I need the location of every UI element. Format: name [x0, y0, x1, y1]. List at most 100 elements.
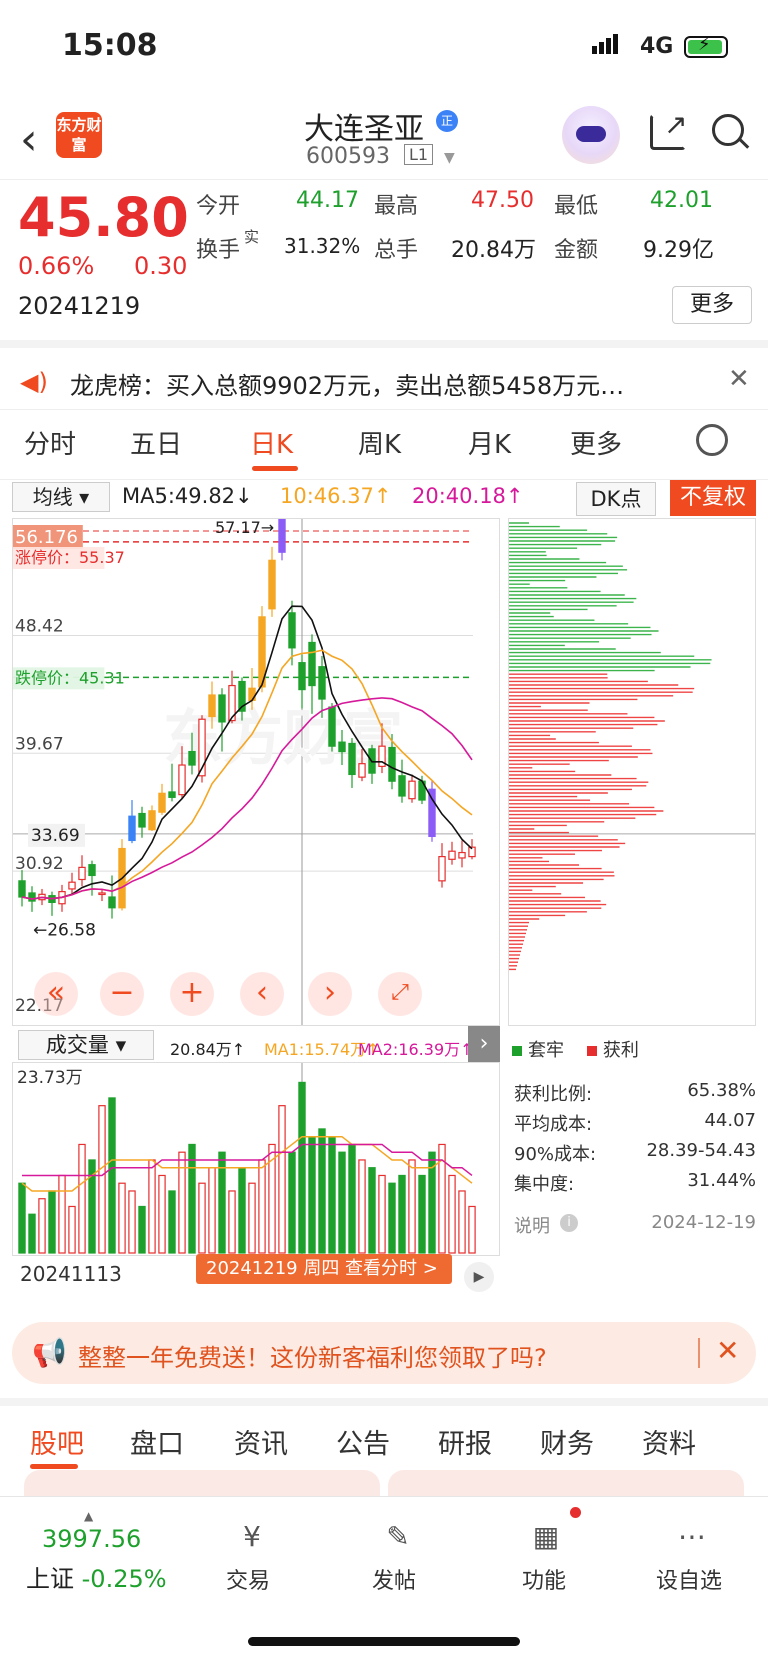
y-top-label: 56.176: [15, 527, 78, 548]
tab-finance[interactable]: 财务: [540, 1422, 594, 1461]
nav-trade[interactable]: 交易: [226, 1563, 270, 1595]
tab-daily-k[interactable]: 日K: [250, 424, 293, 461]
adjust-button[interactable]: 不复权: [670, 480, 756, 516]
candle-body: [88, 864, 96, 877]
content-tabs: 股吧 盘口 资讯 公告 研报 财务 资料: [0, 1398, 768, 1469]
y-label: 39.67: [15, 734, 64, 754]
scroll-right-icon[interactable]: ›: [308, 972, 352, 1016]
tab-intraday[interactable]: 分时: [24, 424, 76, 461]
volume-label: 总手: [374, 238, 419, 263]
candle-body: [18, 880, 26, 898]
rewind-icon[interactable]: «: [34, 972, 78, 1016]
status-bar: 15:08 4G ⚡: [0, 0, 768, 100]
expand-arrow-icon[interactable]: ›: [468, 1026, 500, 1062]
candle-body: [278, 519, 286, 553]
y-label: 48.42: [15, 616, 64, 636]
scroll-left-icon[interactable]: ‹: [240, 972, 284, 1016]
candle-body: [388, 746, 396, 782]
tab-five-day[interactable]: 五日: [130, 424, 182, 461]
volume-select[interactable]: 成交量 ▾: [18, 1030, 154, 1060]
promo-banner[interactable]: 📢 整整一年免费送！这份新客福利您领取了吗? ✕: [12, 1322, 756, 1384]
post-icon[interactable]: ✎: [378, 1517, 418, 1557]
tab-research[interactable]: 研报: [438, 1422, 492, 1461]
stat-label: 获利比例:: [514, 1084, 593, 1105]
tab-guba[interactable]: 股吧: [30, 1422, 84, 1461]
volume-bar: [108, 1097, 116, 1254]
stock-name[interactable]: 大连圣亚: [304, 104, 424, 148]
candle-body: [458, 851, 466, 859]
index-name: 上证: [26, 1565, 74, 1593]
notice-text[interactable]: 龙虎榜：买入总额9902万元，卖出总额5458万元…: [70, 366, 624, 401]
volume-max-label: 23.73万: [17, 1068, 83, 1088]
close-icon[interactable]: ✕: [716, 1334, 739, 1367]
chevron-up-icon[interactable]: ▲: [84, 1509, 93, 1523]
index-quote[interactable]: 上证 -0.25%: [26, 1559, 167, 1594]
candle-body: [78, 866, 86, 881]
nav-add-watchlist[interactable]: 设自选: [656, 1563, 722, 1595]
indicator-select[interactable]: 均线 ▾: [12, 482, 110, 512]
more-dots-icon[interactable]: ⋯: [672, 1517, 712, 1557]
assistant-robot-icon[interactable]: [562, 106, 620, 164]
volume-bar: [38, 1198, 46, 1254]
candle-body: [158, 792, 166, 813]
volume-bar: [208, 1167, 216, 1254]
index-value[interactable]: 3997.56: [42, 1525, 141, 1553]
volume-chart[interactable]: 23.73万: [12, 1062, 500, 1256]
tab-more[interactable]: 更多: [570, 424, 622, 461]
notice-bar[interactable]: ◀) 龙虎榜：买入总额9902万元，卖出总额5458万元… ✕: [0, 340, 768, 410]
stock-header: ‹ 东方财富 大连圣亚 正 600593 L1 ▼ ↗: [0, 100, 768, 180]
tab-announcements[interactable]: 公告: [336, 1422, 390, 1461]
volume-bar: [308, 1136, 316, 1254]
nav-function[interactable]: 功能: [522, 1563, 566, 1595]
tab-monthly-k[interactable]: 月K: [468, 424, 511, 461]
volume-bar: [348, 1143, 356, 1254]
kline-chart[interactable]: 东方财富 56.176 涨停价：55.37 57.17→ 48.42 跌停价：45.31 3…: [12, 518, 500, 1026]
chip-distribution-chart: [508, 518, 756, 1026]
low-label: ←26.58: [33, 921, 96, 941]
nav-post[interactable]: 发帖: [372, 1563, 416, 1595]
volume-bar: [378, 1174, 386, 1254]
volume-bar: [448, 1174, 456, 1254]
volume-bar: [68, 1205, 76, 1254]
dk-points-button[interactable]: DK点: [576, 482, 656, 516]
candle-body: [178, 764, 186, 796]
chevron-down-icon[interactable]: ▼: [444, 150, 455, 166]
high-value: 47.50: [471, 188, 534, 213]
back-icon[interactable]: ‹: [20, 114, 38, 165]
tab-profile[interactable]: 资料: [642, 1422, 696, 1461]
info-icon[interactable]: i: [560, 1214, 578, 1232]
zoom-out-icon[interactable]: −: [100, 972, 144, 1016]
tab-pankou[interactable]: 盘口: [130, 1422, 184, 1461]
active-tab-indicator: [30, 1464, 78, 1469]
speaker-icon: ◀): [20, 368, 48, 396]
tab-news[interactable]: 资讯: [234, 1422, 288, 1461]
explain-link[interactable]: 说明: [514, 1212, 550, 1238]
zoom-in-icon[interactable]: +: [170, 972, 214, 1016]
view-intraday-banner[interactable]: 20241219 周四 查看分时 >: [196, 1254, 452, 1284]
play-icon[interactable]: ▶: [464, 1262, 494, 1292]
current-price: 45.80: [18, 186, 189, 249]
volume-bar: [298, 1081, 306, 1254]
open-label: 今开: [196, 194, 241, 219]
gear-icon[interactable]: [696, 424, 728, 456]
chart-toolbar: 均线 ▾ MA5:49.82↓ 10:46.37↑ 20:40.18↑ DK点 …: [0, 480, 768, 516]
stat-value: 31.44%: [687, 1170, 756, 1191]
peak-label: 57.17→: [215, 519, 274, 537]
volume-bar: [388, 1182, 396, 1254]
tab-weekly-k[interactable]: 周K: [358, 424, 401, 461]
more-button[interactable]: 更多: [672, 286, 752, 324]
volume-bar: [458, 1190, 466, 1254]
close-icon[interactable]: ✕: [728, 364, 750, 394]
volume-value: 20.84万: [451, 238, 536, 263]
search-handle: [738, 138, 750, 149]
fullscreen-icon[interactable]: ⤢: [378, 972, 422, 1016]
trade-icon[interactable]: ¥: [232, 1517, 272, 1557]
apps-icon[interactable]: ▦: [526, 1517, 566, 1557]
candle-body: [288, 612, 296, 649]
candle-body: [68, 881, 76, 890]
status-time: 15:08: [62, 28, 158, 63]
volume-bar: [228, 1190, 236, 1254]
promo-text[interactable]: 整整一年免费送！这份新客福利您领取了吗?: [78, 1338, 547, 1373]
turnover-value: 31.32%: [284, 234, 361, 258]
chip-svg: [509, 522, 755, 971]
